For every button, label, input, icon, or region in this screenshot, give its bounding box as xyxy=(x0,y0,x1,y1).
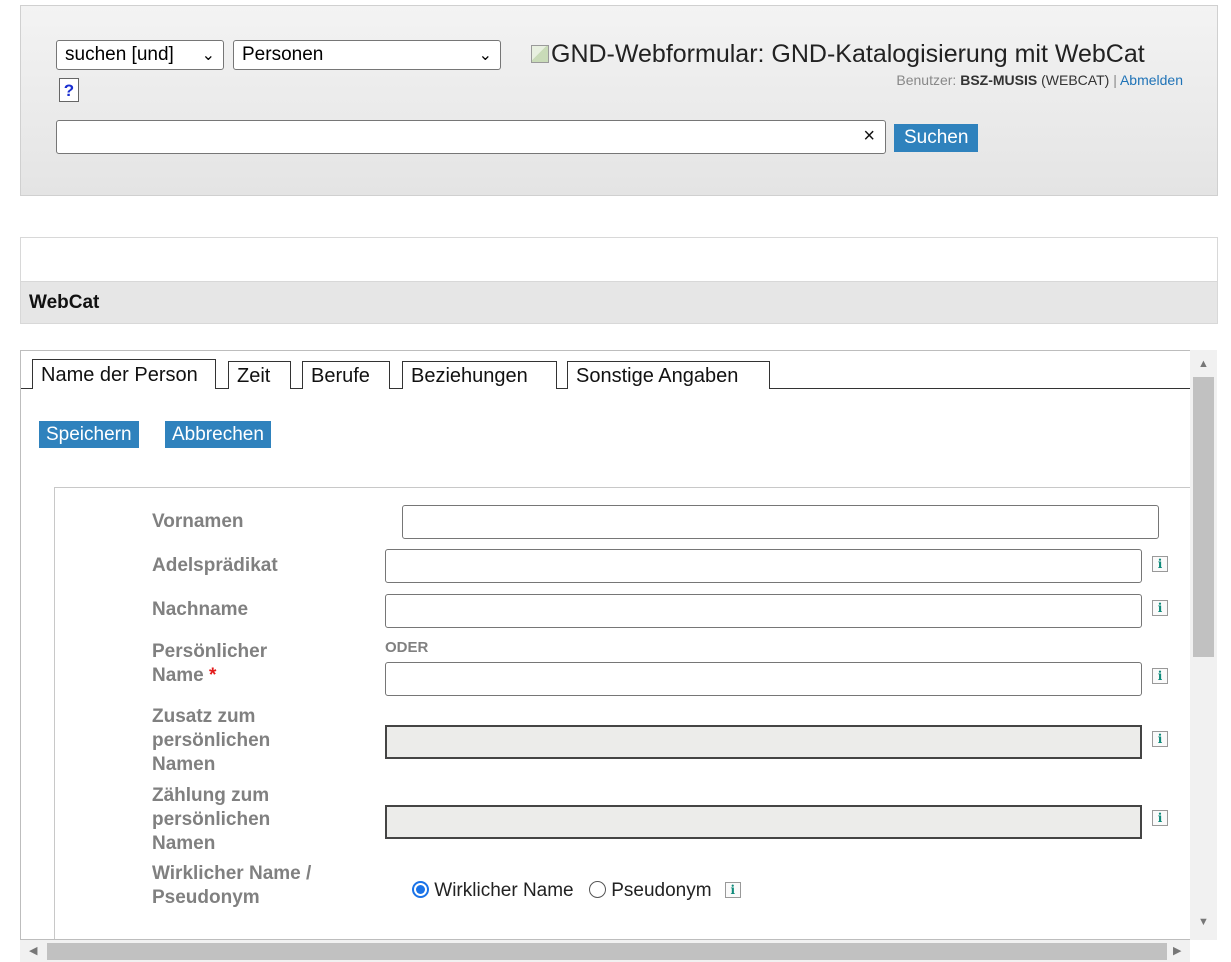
search-index-value: Personen xyxy=(242,44,324,65)
info-icon[interactable]: i xyxy=(1152,810,1168,826)
nachname-label: Nachname xyxy=(152,599,249,620)
persoenlicher-name-field[interactable] xyxy=(385,662,1142,696)
search-index-select[interactable]: Personen ⌄ xyxy=(233,40,501,70)
tab-zeit[interactable]: Zeit xyxy=(228,361,291,389)
scroll-down-icon[interactable]: ▼ xyxy=(1198,916,1209,928)
required-marker: * xyxy=(209,665,217,686)
search-input[interactable]: × xyxy=(56,120,886,154)
label-line: Name xyxy=(152,665,204,686)
info-icon[interactable]: i xyxy=(1152,668,1168,684)
scrollbar-thumb[interactable] xyxy=(47,943,1167,960)
horizontal-scrollbar[interactable]: ◀ ▶ xyxy=(20,940,1190,962)
help-button[interactable]: ? xyxy=(59,78,79,102)
label-line: Zusatz zum xyxy=(152,706,256,727)
scroll-up-icon[interactable]: ▲ xyxy=(1198,358,1209,370)
brand-alt-text: GND-Webformular: GND-Katalogisierung mit… xyxy=(551,40,1145,68)
tab-beziehungen[interactable]: Beziehungen xyxy=(402,361,557,389)
oder-label: ODER xyxy=(385,639,429,656)
save-button[interactable]: Speichern xyxy=(39,421,139,448)
tab-name-der-person[interactable]: Name der Person xyxy=(32,359,216,389)
person-form: Vornamen Adelsprädikat i Nachname i ODER… xyxy=(54,487,1190,939)
wirklicher-name-label: Wirklicher Name / Pseudonym xyxy=(152,862,311,910)
vertical-scrollbar[interactable]: ▲ ▼ xyxy=(1190,350,1217,940)
zaehlung-label: Zählung zum persönlichen Namen xyxy=(152,784,270,856)
name-type-radio-group: Wirklicher Name Pseudonym i xyxy=(412,880,741,902)
user-name: BSZ-MUSIS xyxy=(960,72,1038,88)
logout-link[interactable]: Abmelden xyxy=(1120,72,1183,88)
user-context: (WEBCAT) xyxy=(1041,72,1110,88)
radio-label[interactable]: Pseudonym xyxy=(611,880,711,901)
radio-pseudonym[interactable] xyxy=(588,881,606,898)
label-line: Namen xyxy=(152,754,216,775)
label-line: Pseudonym xyxy=(152,887,260,908)
search-header: suchen [und] ⌄ Personen ⌄ ? GND-Webformu… xyxy=(20,5,1218,196)
scroll-right-icon[interactable]: ▶ xyxy=(1173,944,1181,957)
user-info: Benutzer: BSZ-MUSIS (WEBCAT) | Abmelden xyxy=(896,72,1183,88)
broken-image-icon xyxy=(531,45,549,63)
app-title: WebCat xyxy=(20,281,1218,324)
search-button[interactable]: Suchen xyxy=(894,124,979,152)
nachname-field[interactable] xyxy=(385,594,1142,628)
chevron-down-icon: ⌄ xyxy=(201,47,215,64)
zusatz-label: Zusatz zum persönlichen Namen xyxy=(152,705,270,777)
clear-icon[interactable]: × xyxy=(863,125,875,148)
scrollbar-thumb[interactable] xyxy=(1193,377,1214,657)
tab-sonstige-angaben[interactable]: Sonstige Angaben xyxy=(567,361,770,389)
zaehlung-field[interactable] xyxy=(385,805,1142,839)
label-line: Wirklicher Name / xyxy=(152,863,312,884)
persoenlicher-name-label: Persönlicher Name * xyxy=(152,640,267,688)
vornamen-label: Vornamen xyxy=(152,511,244,532)
label-line: Namen xyxy=(152,833,216,854)
label-line: Persönlicher xyxy=(152,641,268,662)
search-operator-value: suchen [und] xyxy=(65,44,174,65)
info-icon[interactable]: i xyxy=(1152,600,1168,616)
radio-wirklicher-name[interactable] xyxy=(412,881,429,898)
label-line: persönlichen xyxy=(152,809,271,830)
info-icon[interactable]: i xyxy=(1152,556,1168,572)
search-operator-select[interactable]: suchen [und] ⌄ xyxy=(56,40,224,70)
brand-banner: GND-Webformular: GND-Katalogisierung mit… xyxy=(531,40,1145,69)
info-icon[interactable]: i xyxy=(724,882,741,898)
tab-berufe[interactable]: Berufe xyxy=(302,361,390,389)
vornamen-field[interactable] xyxy=(402,505,1159,539)
form-frame: Name der Person Zeit Berufe Beziehungen … xyxy=(20,350,1190,940)
message-area xyxy=(20,237,1218,281)
label-line: persönlichen xyxy=(152,730,271,751)
adelspraedikat-field[interactable] xyxy=(385,549,1142,583)
separator: | xyxy=(1113,72,1117,88)
adelspraedikat-label: Adelsprädikat xyxy=(152,555,278,576)
scroll-left-icon[interactable]: ◀ xyxy=(29,944,37,957)
zusatz-field[interactable] xyxy=(385,725,1142,759)
label-line: Zählung zum xyxy=(152,785,270,806)
chevron-down-icon: ⌄ xyxy=(478,47,492,64)
cancel-button[interactable]: Abbrechen xyxy=(165,421,271,448)
info-icon[interactable]: i xyxy=(1152,731,1168,747)
user-prefix: Benutzer: xyxy=(896,72,957,88)
radio-label[interactable]: Wirklicher Name xyxy=(434,880,573,901)
